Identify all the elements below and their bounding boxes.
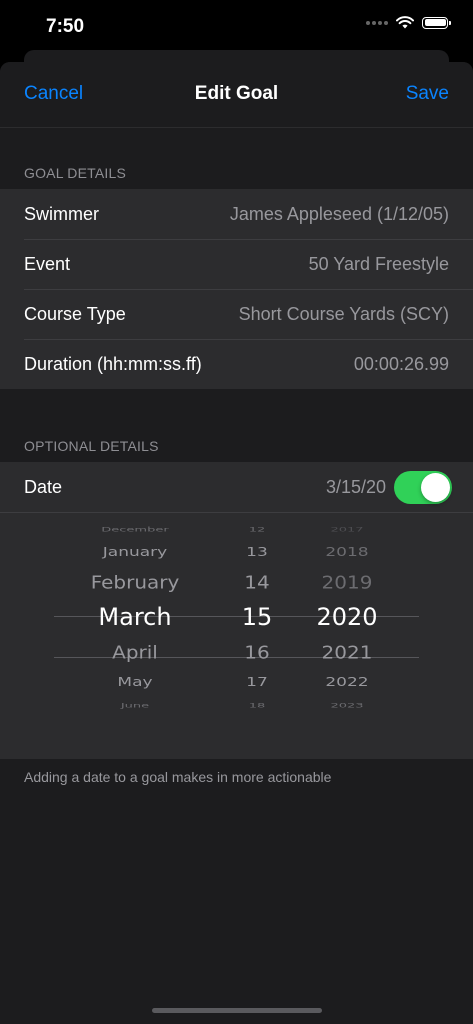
- date-toggle[interactable]: [394, 471, 452, 504]
- course-type-row[interactable]: Course Type Short Course Yards (SCY): [0, 289, 473, 339]
- picker-month-item[interactable]: May: [60, 675, 210, 689]
- picker-month-item[interactable]: June: [60, 702, 210, 709]
- date-row[interactable]: Date 3/15/20: [0, 462, 473, 512]
- date-label: Date: [24, 477, 63, 497]
- course-type-label: Course Type: [24, 304, 126, 324]
- picker-month-item[interactable]: March: [60, 605, 210, 629]
- picker-day-item[interactable]: 14: [217, 573, 297, 591]
- status-time: 7:50: [46, 16, 85, 37]
- picker-day-item[interactable]: 13: [217, 545, 297, 559]
- battery-icon: [422, 16, 451, 29]
- swimmer-value: James Appleseed (1/12/05): [229, 204, 449, 224]
- picker-year-item[interactable]: 2018: [297, 545, 397, 559]
- swimmer-label: Swimmer: [24, 204, 99, 224]
- status-icons: [366, 16, 451, 29]
- picker-year-item[interactable]: 2020: [297, 605, 397, 629]
- picker-year-item[interactable]: 2021: [297, 643, 397, 661]
- edit-goal-sheet: Cancel Edit Goal Save GOAL DETAILS Swimm…: [0, 62, 473, 1024]
- duration-label: Duration (hh:mm:ss.ff): [24, 354, 202, 374]
- home-indicator: [152, 1008, 322, 1013]
- picker-year-item[interactable]: 2019: [297, 573, 397, 591]
- save-button[interactable]: Save: [406, 83, 449, 105]
- picker-day-item[interactable]: 17: [217, 675, 297, 689]
- picker-month-item[interactable]: January: [60, 545, 210, 559]
- toggle-knob: [421, 473, 450, 502]
- optional-details-group: Date 3/15/20 December January February Marc…: [0, 462, 473, 759]
- course-type-value: Short Course Yards (SCY): [238, 304, 449, 324]
- goal-details-header: GOAL DETAILS: [24, 165, 126, 181]
- picker-year-item[interactable]: 2017: [297, 526, 397, 533]
- navigation-bar: Cancel Edit Goal Save: [0, 62, 473, 128]
- duration-value: 00:00:26.99: [353, 354, 449, 374]
- picker-day-item[interactable]: 18: [217, 702, 297, 709]
- picker-day-item[interactable]: 12: [217, 526, 297, 533]
- duration-row[interactable]: Duration (hh:mm:ss.ff) 00:00:26.99: [0, 339, 473, 389]
- swimmer-row[interactable]: Swimmer James Appleseed (1/12/05): [0, 189, 473, 239]
- status-bar: 7:50: [0, 0, 473, 50]
- picker-month-item[interactable]: December: [60, 526, 210, 533]
- page-title: Edit Goal: [194, 83, 279, 104]
- event-label: Event: [24, 254, 71, 274]
- optional-details-header: OPTIONAL DETAILS: [24, 438, 159, 454]
- date-picker[interactable]: December January February March April May June…: [0, 512, 473, 759]
- picker-day-item[interactable]: 15: [217, 605, 297, 629]
- cellular-signal-icon: [366, 20, 388, 25]
- event-row[interactable]: Event 50 Yard Freestyle: [0, 239, 473, 289]
- date-footer-note: Adding a date to a goal makes in more ac…: [24, 769, 332, 785]
- event-value: 50 Yard Freestyle: [308, 254, 449, 274]
- goal-details-group: Swimmer James Appleseed (1/12/05) Event …: [0, 189, 473, 389]
- picker-year-item[interactable]: 2022: [297, 675, 397, 689]
- picker-day-item[interactable]: 16: [217, 643, 297, 661]
- date-value: 3/15/20: [325, 477, 386, 497]
- picker-month-item[interactable]: April: [60, 643, 210, 661]
- wifi-icon: [396, 16, 414, 29]
- picker-month-item[interactable]: February: [60, 573, 210, 591]
- picker-year-item[interactable]: 2023: [297, 702, 397, 709]
